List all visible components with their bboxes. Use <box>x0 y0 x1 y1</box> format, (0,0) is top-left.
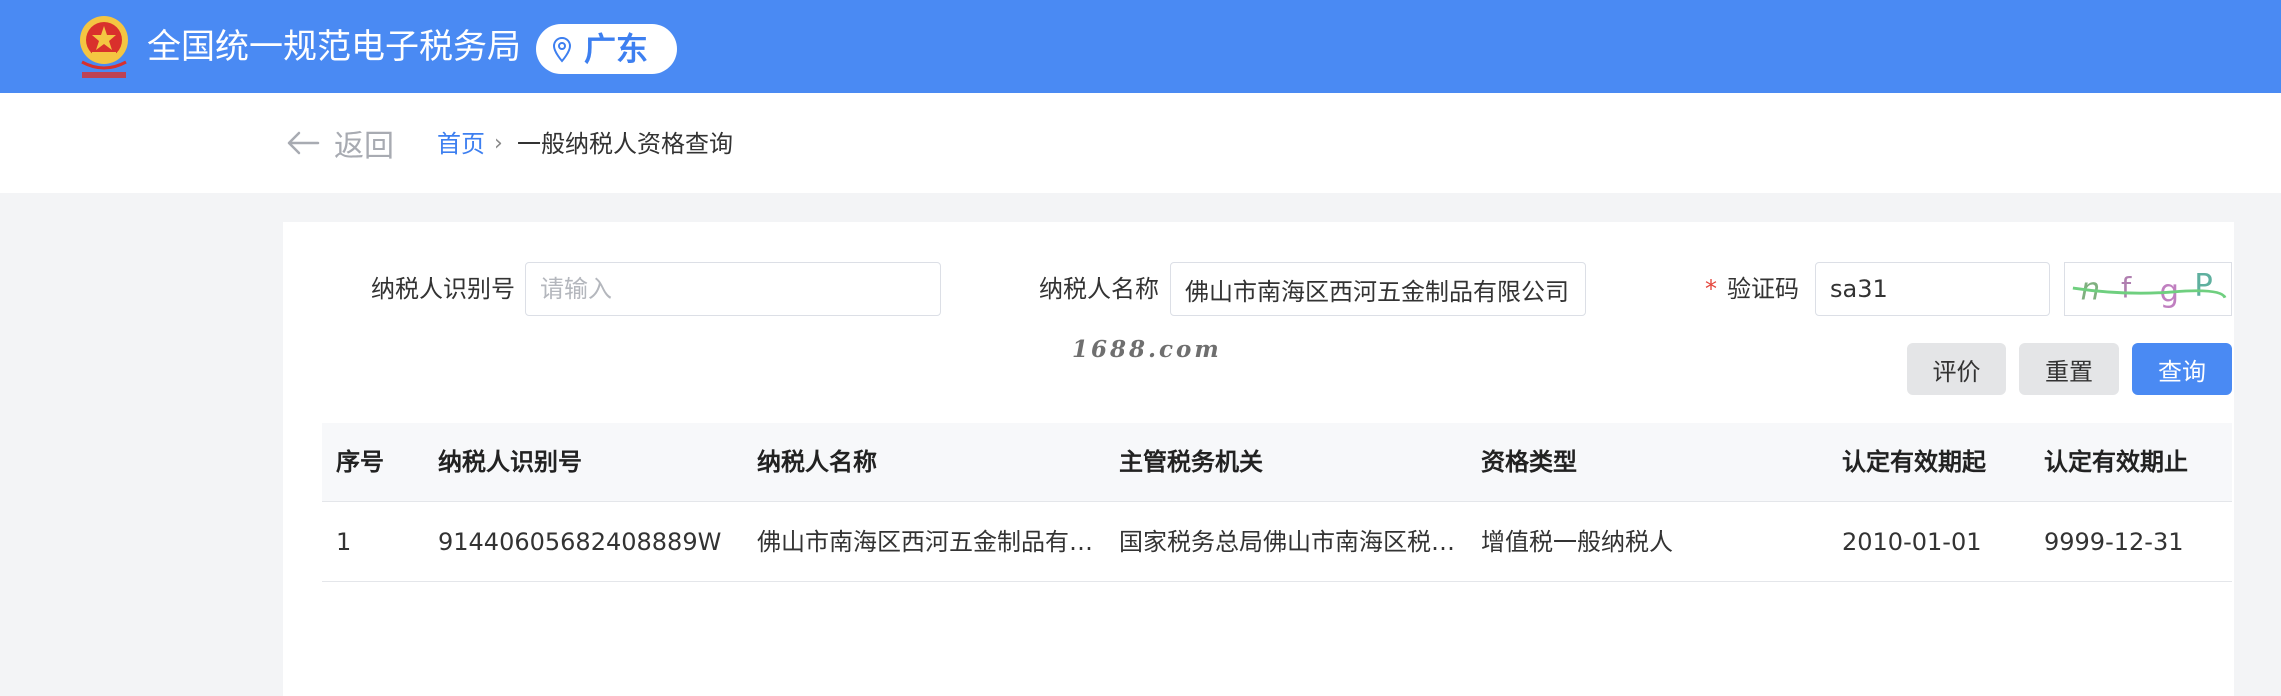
cell-qualification-type: 增值税一般纳税人 <box>1481 528 1673 556</box>
column-header-qualification-type: 资格类型 <box>1481 448 1577 476</box>
captcha-label-wrapper: * 验证码 <box>1705 274 1799 304</box>
column-header-taxpayer-name: 纳税人名称 <box>757 448 877 476</box>
taxpayer-id-input[interactable] <box>525 262 941 316</box>
cell-tax-authority: 国家税务总局佛山市南海区税务局 <box>1119 528 1455 556</box>
captcha-image[interactable]: n f g P <box>2064 262 2232 316</box>
location-pin-icon <box>552 37 572 63</box>
taxpayer-id-label: 纳税人识别号 <box>371 275 515 303</box>
taxpayer-name-label: 纳税人名称 <box>1039 275 1159 303</box>
cell-taxpayer-id: 91440605682408889W <box>438 528 722 556</box>
query-button[interactable]: 查询 <box>2132 343 2232 395</box>
cell-index: 1 <box>336 528 352 556</box>
region-selector[interactable]: 广东 <box>536 24 677 74</box>
column-header-taxpayer-id: 纳税人识别号 <box>438 448 582 476</box>
required-asterisk: * <box>1705 275 1717 303</box>
table-header: 序号 纳税人识别号 纳税人名称 主管税务机关 资格类型 认定有效期起 认定有效期… <box>322 423 2232 502</box>
taxpayer-name-input[interactable] <box>1170 262 1586 316</box>
column-header-valid-to: 认定有效期止 <box>2044 448 2188 476</box>
breadcrumb-separator: › <box>494 131 503 156</box>
cell-taxpayer-name: 佛山市南海区西河五金制品有限公司 <box>757 528 1093 556</box>
evaluate-button[interactable]: 评价 <box>1907 343 2006 395</box>
table-row: 1 91440605682408889W 佛山市南海区西河五金制品有限公司 国家… <box>322 503 2232 582</box>
app-title: 全国统一规范电子税务局 <box>147 27 521 67</box>
sub-navigation-bar: 返回 首页 › 一般纳税人资格查询 <box>0 93 2281 193</box>
column-header-index: 序号 <box>336 448 384 476</box>
breadcrumb-home-link[interactable]: 首页 <box>437 129 485 159</box>
region-label: 广东 <box>584 30 649 68</box>
cell-valid-to: 9999-12-31 <box>2044 528 2184 556</box>
reset-button[interactable]: 重置 <box>2019 343 2119 395</box>
arrow-left-icon <box>287 131 320 155</box>
captcha-label: 验证码 <box>1727 275 1799 303</box>
breadcrumb-current-page: 一般纳税人资格查询 <box>517 130 733 158</box>
top-header-bar: 全国统一规范电子税务局 广东 <box>0 0 2281 93</box>
watermark-text: 1688.com <box>1072 336 1222 363</box>
cell-valid-from: 2010-01-01 <box>1842 528 1982 556</box>
back-label: 返回 <box>334 129 394 164</box>
captcha-char: f <box>2121 271 2132 305</box>
captcha-char: P <box>2194 268 2213 304</box>
column-header-valid-from: 认定有效期起 <box>1842 448 1986 476</box>
national-emblem-logo <box>80 16 128 78</box>
column-header-tax-authority: 主管税务机关 <box>1119 448 1263 476</box>
back-button[interactable]: 返回 <box>286 123 394 164</box>
captcha-input[interactable] <box>1815 262 2050 316</box>
